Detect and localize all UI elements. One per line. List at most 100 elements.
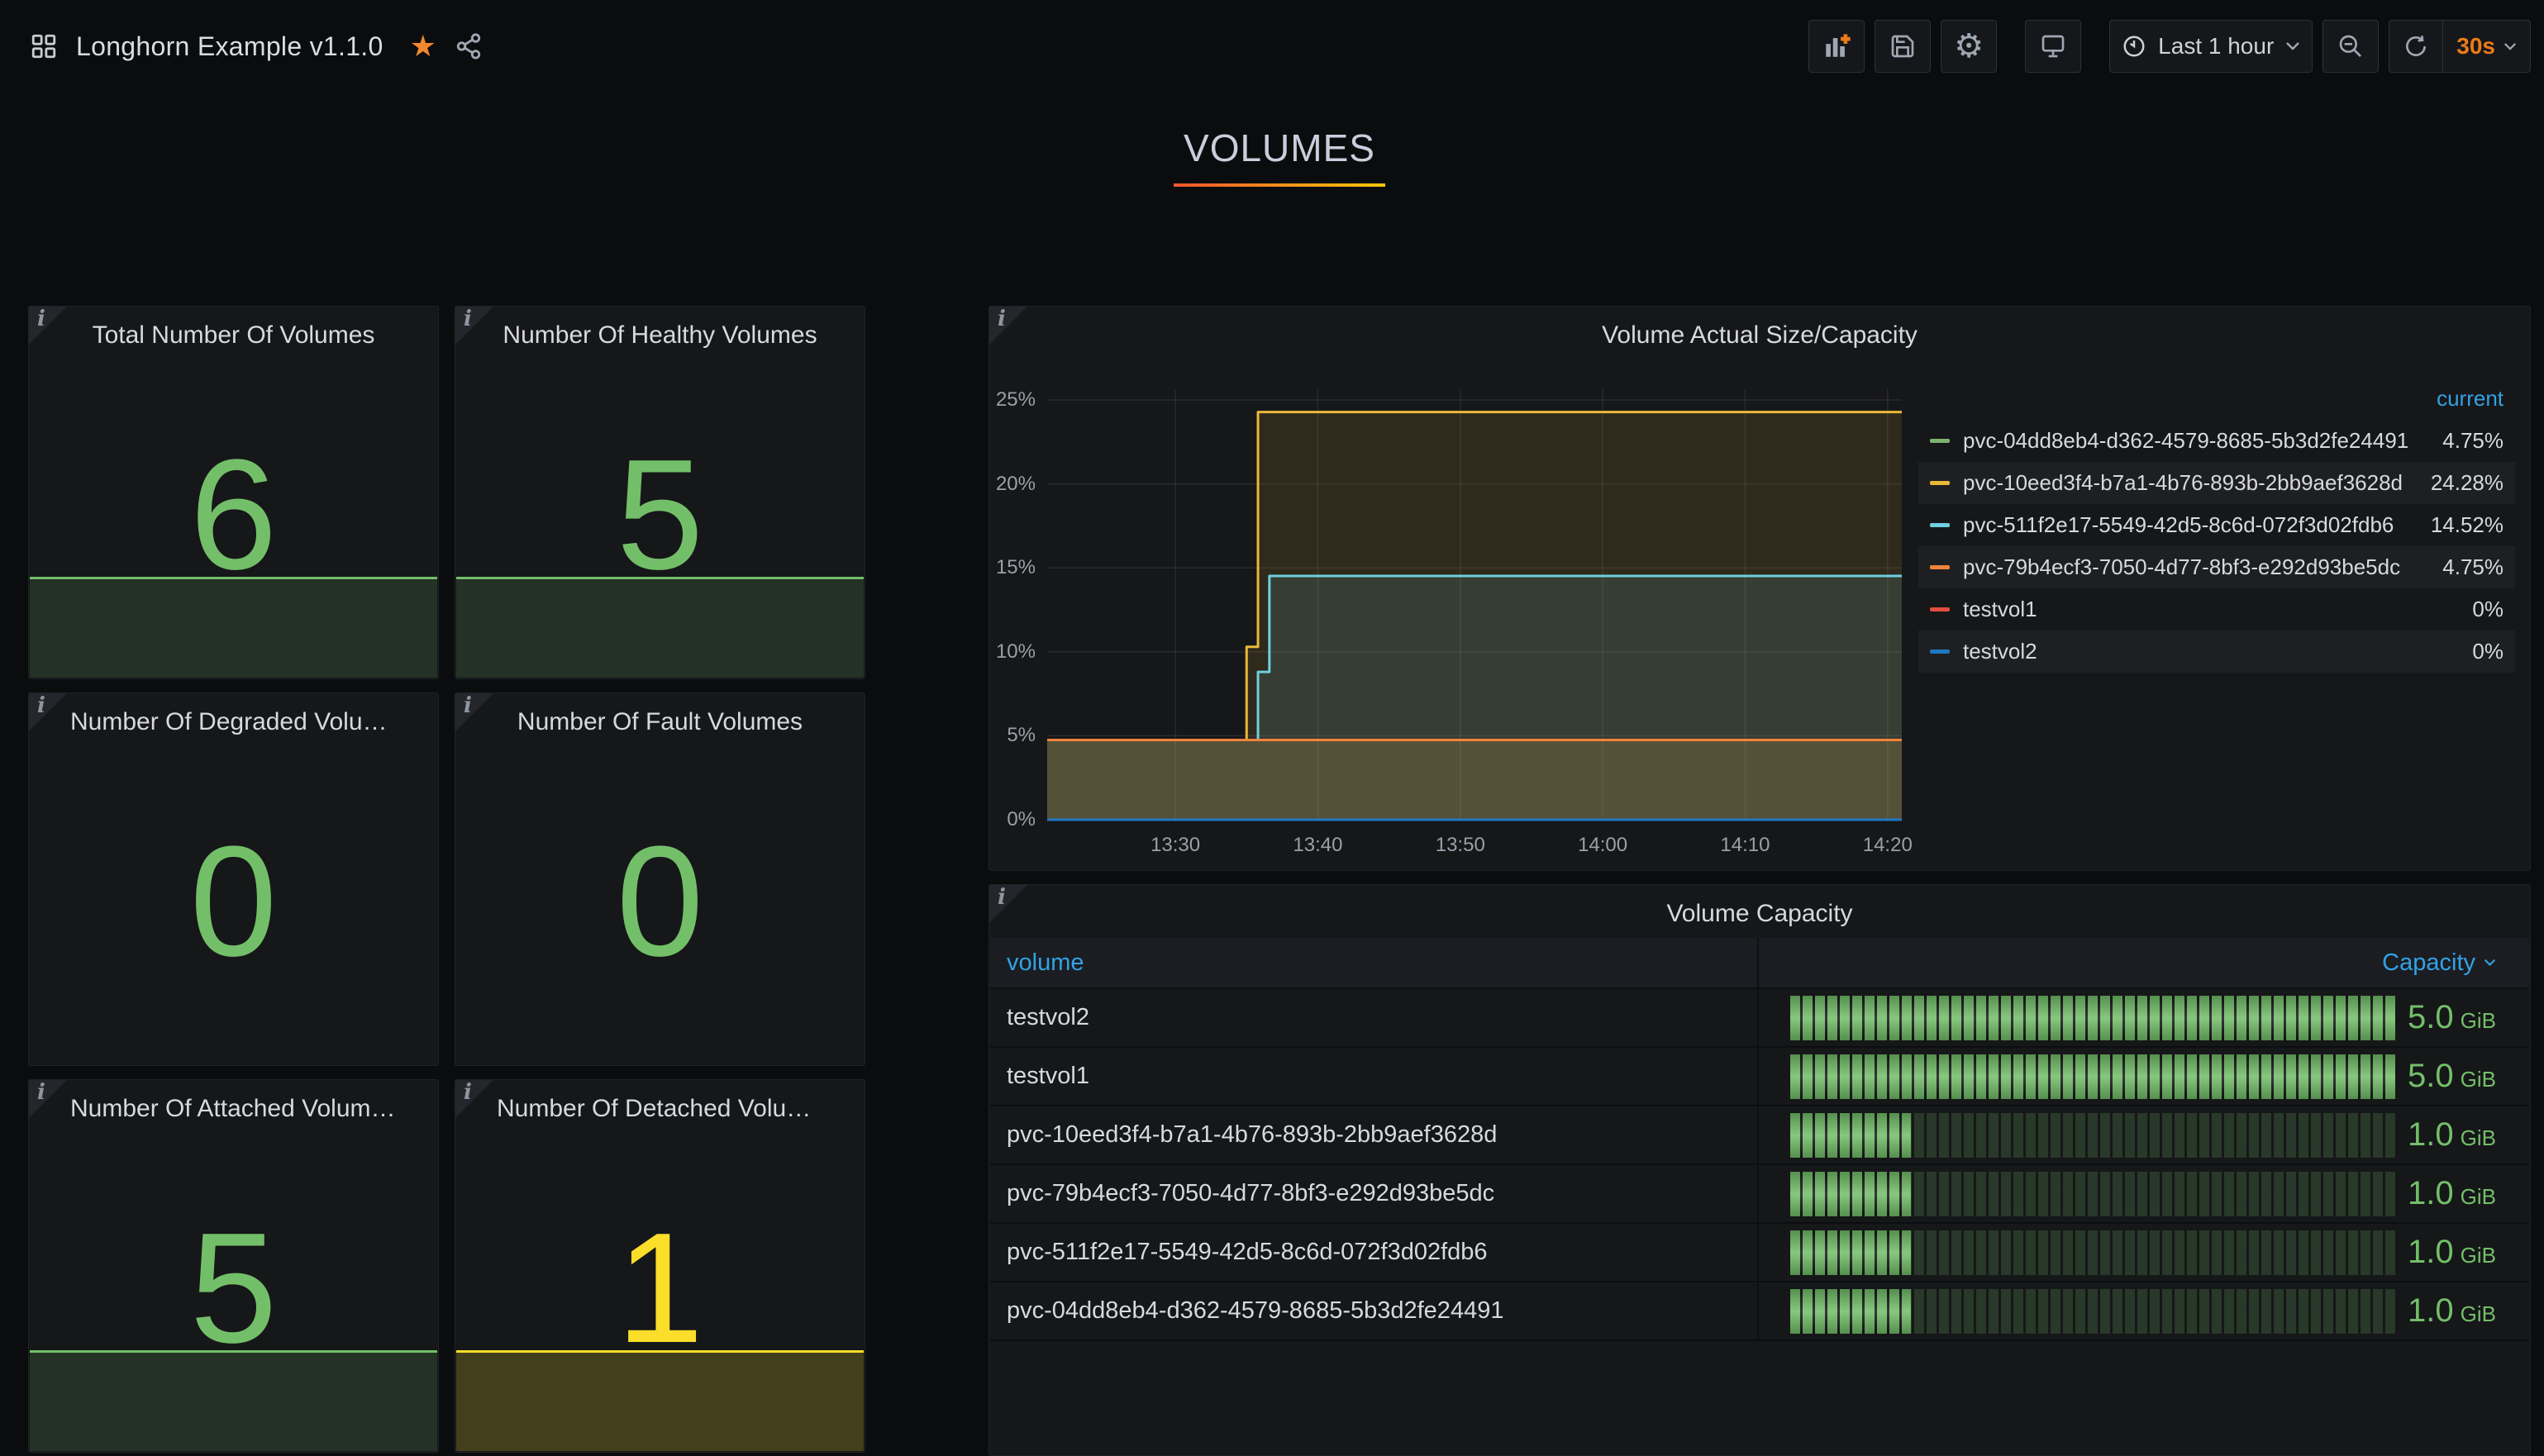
stat-panel: i Number Of Healthy Volumes 5 [455, 306, 865, 679]
clock-icon [2122, 34, 2146, 59]
stat-panel-title[interactable]: Number Of Fault Volumes [497, 708, 823, 736]
table-row: pvc-511f2e17-5549-42d5-8c6d-072f3d02fdb6… [990, 1224, 2529, 1282]
zoom-out-time-button[interactable] [2322, 20, 2379, 73]
legend-row[interactable]: pvc-04dd8eb4-d362-4579-8685-5b3d2fe24491… [1918, 420, 2515, 462]
refresh-icon [2403, 33, 2429, 59]
legend-row[interactable]: pvc-511f2e17-5549-42d5-8c6d-072f3d02fdb6… [1918, 504, 2515, 546]
legend-color-swatch [1930, 607, 1950, 611]
y-axis-tick: 15% [989, 558, 1036, 578]
chart-legend: current pvc-04dd8eb4-d362-4579-8685-5b3d… [1918, 386, 2515, 673]
legend-color-swatch [1930, 649, 1950, 654]
save-dashboard-button[interactable] [1875, 20, 1931, 73]
panel-info-corner[interactable] [455, 1080, 493, 1118]
x-axis-tick: 14:10 [1720, 835, 1770, 855]
stat-value: 5 [29, 1210, 438, 1367]
time-range-label: Last 1 hour [2158, 33, 2274, 59]
apps-grid-icon[interactable] [30, 32, 58, 60]
legend-row[interactable]: pvc-79b4ecf3-7050-4d77-8bf3-e292d93be5dc… [1918, 546, 2515, 588]
time-range-picker[interactable]: Last 1 hour [2109, 20, 2313, 73]
volume-name-cell: pvc-511f2e17-5549-42d5-8c6d-072f3d02fdb6 [990, 1224, 1759, 1281]
stat-panel-title[interactable]: Number Of Detached Volumes... [497, 1095, 823, 1123]
legend-current-value: 24.28% [2431, 470, 2504, 496]
capacity-led-fill [1790, 1172, 1911, 1216]
x-axis-tick: 14:00 [1578, 835, 1627, 855]
legend-series-name[interactable]: pvc-79b4ecf3-7050-4d77-8bf3-e292d93be5dc [1963, 554, 2442, 580]
table-row: testvol1 5.0 GiB [990, 1048, 2529, 1106]
x-axis-tick: 14:20 [1863, 835, 1913, 855]
panel-info-corner[interactable] [29, 307, 67, 345]
stat-panel-title[interactable]: Number Of Degraded Volumes... [70, 708, 397, 736]
panel-info-corner[interactable] [455, 693, 493, 731]
stat-sparkline-area [30, 577, 437, 678]
capacity-cell: 5.0 GiB [1759, 989, 2529, 1046]
x-axis-tick: 13:30 [1151, 835, 1200, 855]
series-fill-pvc-79b4ecf3-7050-4d77-8bf3-e292d93be5dc [1047, 740, 1902, 820]
y-axis-tick: 25% [989, 390, 1036, 410]
capacity-led-fill [1790, 1289, 1911, 1334]
share-icon[interactable] [455, 32, 483, 60]
sort-chevron-down-icon [2484, 959, 2496, 967]
info-icon: i [464, 307, 472, 332]
legend-series-name[interactable]: pvc-511f2e17-5549-42d5-8c6d-072f3d02fdb6 [1963, 512, 2431, 538]
legend-row[interactable]: pvc-10eed3f4-b7a1-4b76-893b-2bb9aef3628d… [1918, 462, 2515, 504]
stat-panel-title[interactable]: Number Of Healthy Volumes [497, 321, 823, 350]
column-header-volume[interactable]: volume [990, 938, 1759, 987]
stat-panel-title[interactable]: Number Of Attached Volumes [70, 1095, 397, 1123]
legend-series-name[interactable]: testvol1 [1963, 597, 2472, 622]
capacity-value: 1.0 GiB [2408, 1175, 2529, 1212]
stat-panel-title[interactable]: Total Number Of Volumes [70, 321, 397, 350]
capacity-number: 5.0 [2408, 999, 2454, 1036]
y-axis-tick: 10% [989, 642, 1036, 662]
legend-row[interactable]: testvol2 0% [1918, 630, 2515, 673]
stat-panel: i Number Of Attached Volumes 5 [28, 1079, 439, 1453]
capacity-unit: GiB [2461, 1184, 2496, 1210]
legend-current-value: 14.52% [2431, 512, 2504, 538]
timeseries-plot[interactable] [1047, 389, 1902, 822]
panel-info-corner[interactable] [455, 307, 493, 345]
add-panel-button[interactable] [1808, 20, 1865, 73]
capacity-cell: 5.0 GiB [1759, 1048, 2529, 1105]
dashboard-settings-button[interactable]: ⚙ [1941, 20, 1997, 73]
row-heading-volumes: VOLUMES [28, 126, 2531, 187]
panel-info-corner[interactable] [29, 1080, 67, 1118]
legend-color-swatch [1930, 565, 1950, 569]
table-row: testvol2 5.0 GiB [990, 989, 2529, 1048]
settings-gear-icon: ⚙ [1954, 30, 1984, 63]
legend-series-name[interactable]: testvol2 [1963, 639, 2472, 664]
capacity-led-gauge [1790, 1230, 2395, 1275]
column-header-capacity[interactable]: Capacity [1759, 938, 2529, 987]
capacity-led-gauge [1790, 1113, 2395, 1158]
chevron-down-icon [2285, 41, 2300, 51]
cycle-view-mode-button[interactable] [2025, 20, 2081, 73]
section-title[interactable]: VOLUMES [1184, 126, 1375, 170]
table-panel-title[interactable]: Volume Capacity [1031, 900, 2489, 928]
chart-panel-title[interactable]: Volume Actual Size/Capacity [1031, 321, 2489, 350]
star-icon[interactable]: ★ [410, 31, 436, 61]
panel-info-corner[interactable] [29, 693, 67, 731]
table-row: pvc-04dd8eb4-d362-4579-8685-5b3d2fe24491… [990, 1282, 2529, 1341]
volume-name-cell: testvol1 [990, 1048, 1759, 1105]
add-panel-icon [1822, 32, 1851, 60]
refresh-dashboard-button[interactable] [2389, 21, 2442, 72]
dashboard-title[interactable]: Longhorn Example v1.1.0 [76, 31, 384, 62]
panel-info-corner[interactable] [989, 885, 1027, 923]
x-axis-tick: 13:50 [1436, 835, 1485, 855]
legend-series-name[interactable]: pvc-04dd8eb4-d362-4579-8685-5b3d2fe24491 [1963, 428, 2442, 454]
y-axis-tick: 5% [989, 726, 1036, 745]
stat-value: 6 [29, 436, 438, 593]
capacity-table: volume Capacity testvol2 5.0 GiB testvol… [990, 938, 2529, 1341]
x-axis-tick: 13:40 [1293, 835, 1342, 855]
capacity-unit: GiB [2461, 1243, 2496, 1268]
legend-series-name[interactable]: pvc-10eed3f4-b7a1-4b76-893b-2bb9aef3628d [1963, 470, 2431, 496]
stat-panel: i Number Of Fault Volumes 0 [455, 692, 865, 1066]
legend-row[interactable]: testvol1 0% [1918, 588, 2515, 630]
capacity-number: 5.0 [2408, 1058, 2454, 1095]
top-navbar: Longhorn Example v1.1.0 ★ [0, 0, 2544, 93]
capacity-unit: GiB [2461, 1125, 2496, 1151]
legend-current-header[interactable]: current [1918, 386, 2515, 420]
legend-color-swatch [1930, 523, 1950, 527]
panel-info-corner[interactable] [989, 307, 1027, 345]
refresh-interval-picker[interactable]: 30s [2442, 21, 2530, 72]
table-header-row: volume Capacity [990, 938, 2529, 989]
stat-panel: i Number Of Detached Volumes... 1 [455, 1079, 865, 1453]
